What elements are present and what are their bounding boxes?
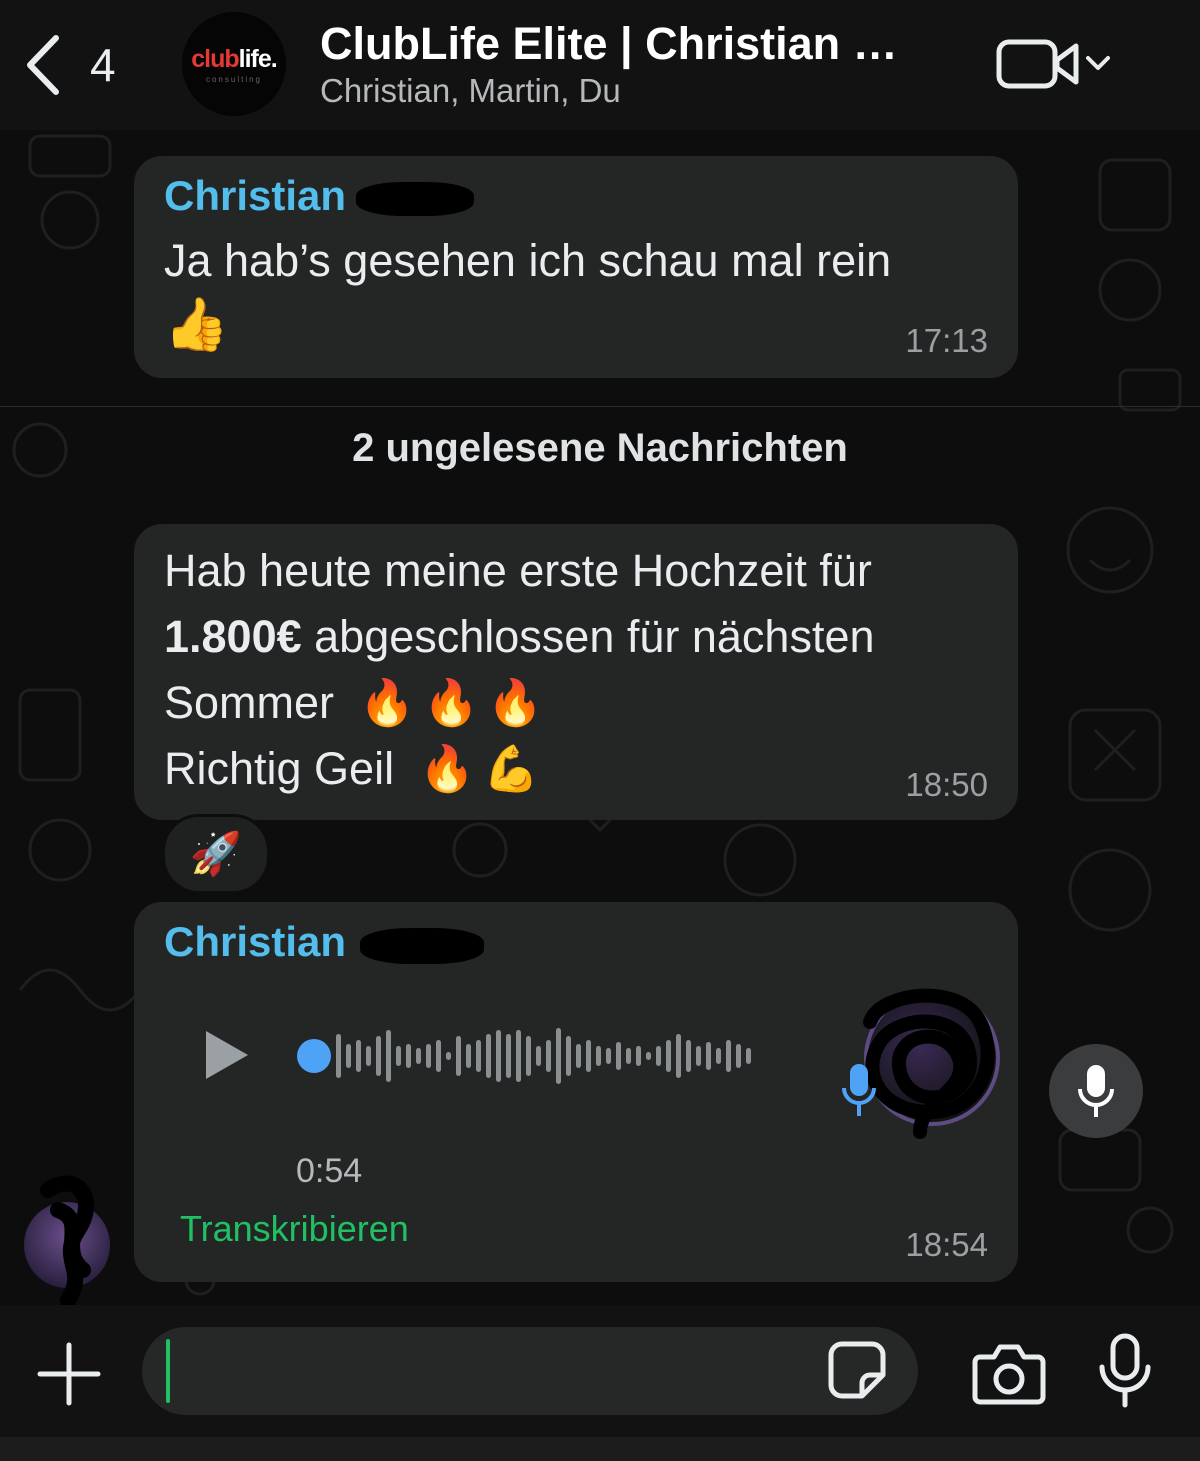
message-bubble[interactable]: Hab heute meine erste Hochzeit für 1.800… — [134, 524, 1018, 820]
camera-icon — [972, 1344, 1046, 1405]
logo-subtitle: consulting — [205, 74, 263, 84]
floating-mic-button[interactable] — [1049, 1044, 1143, 1138]
redacted-surname — [360, 928, 484, 964]
group-logo: clublife. — [191, 44, 278, 74]
voice-duration: 0:54 — [296, 1152, 363, 1190]
chevron-down-icon — [1086, 56, 1110, 70]
message-composer — [0, 1305, 1200, 1461]
message-time: 18:50 — [905, 766, 988, 803]
message-line-3: Sommer 🔥🔥🔥 — [164, 670, 875, 736]
rocket-reaction[interactable]: 🚀 — [162, 814, 270, 894]
message-line-4-text: Richtig Geil — [164, 743, 395, 794]
sender-name[interactable]: Christian — [164, 918, 346, 966]
bottom-bar — [0, 1437, 1200, 1461]
play-icon — [206, 1031, 248, 1079]
voice-waveform[interactable] — [294, 1026, 804, 1086]
message-input[interactable] — [142, 1327, 918, 1415]
message-bubble[interactable]: Christian Ja hab’s gesehen ich schau mal… — [134, 156, 1018, 378]
transcribe-link[interactable]: Transkribieren — [180, 1208, 409, 1250]
chat-members[interactable]: Christian, Martin, Du — [320, 72, 621, 110]
chevron-left-icon — [27, 35, 59, 95]
sticker-button[interactable] — [828, 1341, 886, 1399]
avatar-redaction-scribble — [863, 988, 995, 1139]
voice-record-button[interactable] — [1098, 1333, 1152, 1409]
play-button[interactable] — [202, 1027, 252, 1083]
sender-avatar-redaction — [40, 1175, 95, 1305]
video-call-button[interactable] — [996, 34, 1116, 94]
chat-area[interactable]: Christian Ja hab’s gesehen ich schau mal… — [0, 130, 1200, 1305]
plus-icon — [37, 1342, 101, 1406]
microphone-icon — [1078, 1065, 1114, 1117]
message-time: 17:13 — [905, 322, 988, 359]
voice-message-bubble[interactable]: Christian 0:54 Transkribieren 18:54 — [134, 902, 1018, 1282]
logo-club-text: club — [191, 44, 239, 73]
message-text: Ja hab’s gesehen ich schau mal rein — [164, 235, 892, 286]
message-line-3-text: Sommer — [164, 677, 335, 728]
chat-header: 4 clublife. consulting ClubLife Elite | … — [0, 0, 1200, 130]
unread-chats-count: 4 — [90, 39, 116, 91]
message-amount: 1.800€ — [164, 611, 302, 662]
fire-emojis: 🔥🔥🔥 — [359, 677, 552, 728]
unread-divider-line — [0, 406, 1200, 407]
attach-button[interactable] — [36, 1341, 102, 1407]
back-button[interactable]: 4 — [22, 30, 132, 100]
text-caret — [166, 1339, 170, 1403]
group-avatar[interactable]: clublife. consulting — [182, 12, 286, 116]
voice-mic-icon — [842, 1064, 876, 1116]
message-line-2: 1.800€ abgeschlossen für nächsten — [164, 604, 875, 670]
chat-title[interactable]: ClubLife Elite | Christian … — [320, 18, 898, 70]
fire-muscle-emojis: 🔥💪 — [419, 743, 548, 794]
sticker-icon — [828, 1341, 886, 1399]
unread-messages-label: 2 ungelesene Nachrichten — [352, 426, 848, 470]
thumbs-up-emoji: 👍 — [164, 296, 229, 354]
sender-name[interactable]: Christian — [164, 172, 346, 220]
camera-button[interactable] — [972, 1341, 1046, 1405]
waveform-bars — [336, 1028, 751, 1084]
message-line-1: Hab heute meine erste Hochzeit für — [164, 545, 872, 596]
video-camera-icon — [996, 39, 1079, 89]
message-line-2-rest: abgeschlossen für nächsten — [301, 611, 875, 662]
message-time: 18:54 — [905, 1226, 988, 1263]
logo-life-text: life. — [238, 44, 278, 73]
redacted-surname — [356, 182, 474, 216]
microphone-icon — [1099, 1333, 1151, 1408]
message-line-4: Richtig Geil 🔥💪 — [164, 736, 875, 802]
message-text: Hab heute meine erste Hochzeit für 1.800… — [164, 538, 875, 802]
playhead-dot — [297, 1039, 331, 1073]
